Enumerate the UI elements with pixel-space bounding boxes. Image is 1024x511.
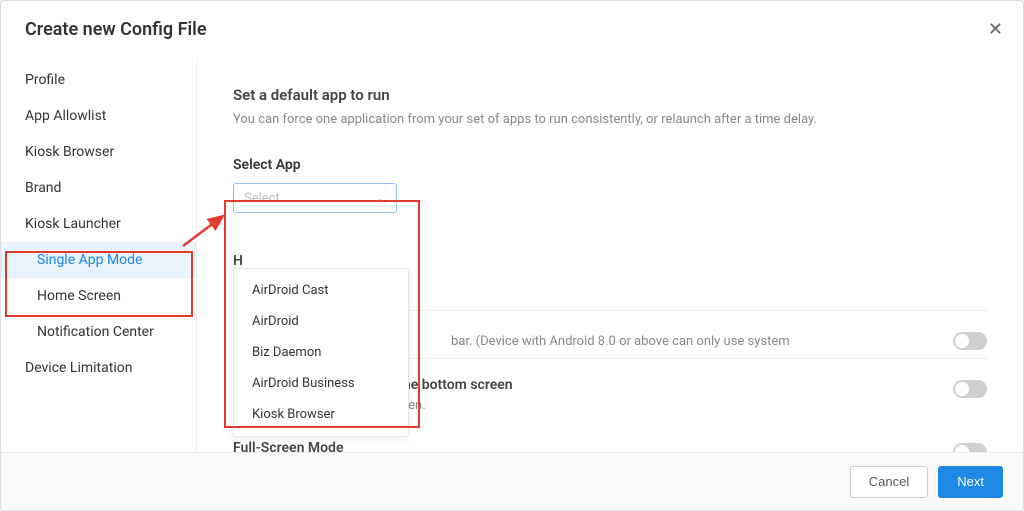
cancel-button[interactable]: Cancel [850,466,928,498]
sidebar-item-brand[interactable]: Brand [1,170,196,206]
partial-obscured-heading: H [233,253,243,269]
sidebar-item-kiosk-browser[interactable]: Kiosk Browser [1,134,196,170]
modal-header: Create new Config File ✕ [1,1,1023,58]
dropdown-item-airdroid-business[interactable]: AirDroid Business [234,368,408,399]
sidebar-item-profile[interactable]: Profile [1,62,196,98]
next-button[interactable]: Next [938,466,1003,498]
toggle-status-bar[interactable] [953,332,987,350]
sidebar: Profile App Allowlist Kiosk Browser Bran… [1,58,197,452]
modal-title: Create new Config File [25,19,207,40]
modal-footer: Cancel Next [1,452,1023,510]
setting-title-full-screen: Full-Screen Mode [233,440,724,452]
section-title: Set a default app to run [233,86,987,104]
close-icon[interactable]: ✕ [988,19,1003,40]
section-desc: You can force one application from your … [233,112,987,127]
select-placeholder: Select [244,191,280,206]
chevron-up-icon: ︿ [375,190,386,206]
toggle-nav-bar[interactable] [953,380,987,398]
sidebar-item-app-allowlist[interactable]: App Allowlist [1,98,196,134]
dropdown-item-biz-daemon[interactable]: Biz Daemon [234,337,408,368]
sidebar-item-device-limitation[interactable]: Device Limitation [1,350,196,386]
sidebar-item-notification-center[interactable]: Notification Center [1,314,196,350]
select-app-dropdown-panel: AirDroid Cast AirDroid Biz Daemon AirDro… [233,268,409,437]
sidebar-item-kiosk-launcher[interactable]: Kiosk Launcher [1,206,196,242]
toggle-full-screen[interactable] [953,443,987,452]
dropdown-item-airdroid-cast[interactable]: AirDroid Cast [234,275,408,306]
sidebar-item-home-screen[interactable]: Home Screen [1,278,196,314]
select-app-dropdown[interactable]: Select ︿ [233,183,397,213]
select-app-label: Select App [233,157,987,173]
sidebar-item-single-app-mode[interactable]: Single App Mode [1,242,196,278]
dropdown-item-airdroid[interactable]: AirDroid [234,306,408,337]
dropdown-item-kiosk-browser[interactable]: Kiosk Browser [234,399,408,430]
